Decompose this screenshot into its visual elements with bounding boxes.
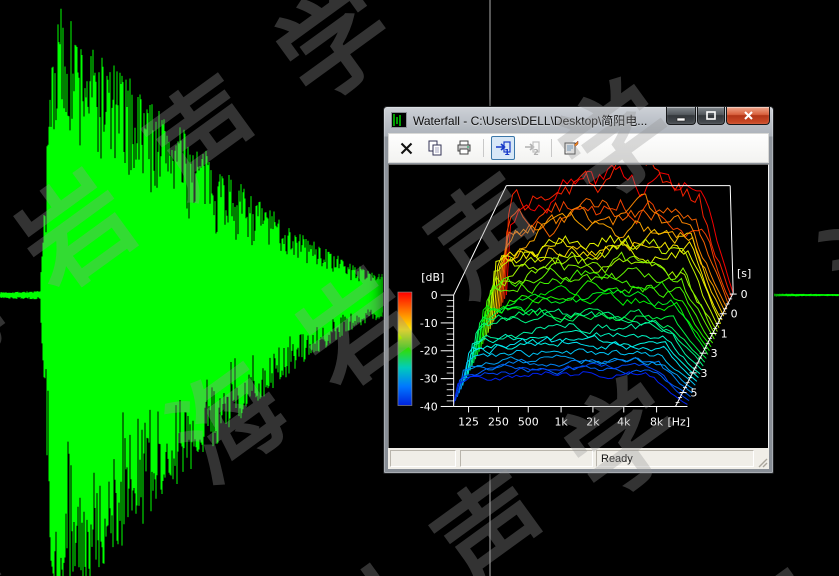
- svg-text:1: 1: [721, 327, 728, 340]
- svg-text:4k: 4k: [617, 415, 631, 428]
- window-controls: [665, 107, 770, 125]
- copy-button[interactable]: [423, 136, 447, 160]
- window-title: Waterfall - C:\Users\DELL\Desktop\简阳电...: [413, 112, 647, 129]
- svg-text:-20: -20: [420, 345, 438, 358]
- waterfall-window[interactable]: Waterfall - C:\Users\DELL\Desktop\简阳电...: [383, 106, 774, 474]
- status-panel-2: [460, 450, 593, 467]
- svg-text:1: 1: [504, 148, 510, 156]
- svg-text:3: 3: [701, 367, 708, 380]
- svg-text:1k: 1k: [554, 415, 568, 428]
- print-button[interactable]: [452, 136, 476, 160]
- svg-text:[dB]: [dB]: [421, 271, 444, 284]
- minimize-icon: [675, 110, 687, 122]
- svg-text:2: 2: [533, 148, 539, 156]
- svg-text:500: 500: [518, 415, 539, 428]
- status-text: Ready: [601, 453, 633, 465]
- status-panel-1: [390, 450, 456, 467]
- transfer-2-button[interactable]: 2: [520, 136, 544, 160]
- svg-text:250: 250: [488, 415, 509, 428]
- svg-text:2k: 2k: [586, 415, 600, 428]
- svg-text:125: 125: [458, 415, 479, 428]
- transfer-1-icon: 1: [495, 141, 512, 156]
- svg-text:0: 0: [731, 308, 738, 321]
- close-button[interactable]: [726, 107, 770, 125]
- close-icon: [742, 109, 755, 122]
- toolbar-separator: [483, 139, 484, 157]
- svg-text:-10: -10: [420, 317, 438, 330]
- transfer-1-button[interactable]: 1: [491, 136, 515, 160]
- status-panel-ready: Ready: [596, 450, 754, 467]
- status-bar: Ready: [388, 448, 769, 469]
- svg-text:5: 5: [691, 387, 698, 400]
- svg-text:-40: -40: [420, 400, 438, 413]
- copy-icon: [427, 140, 443, 156]
- toolbar-separator: [551, 139, 552, 157]
- svg-text:3: 3: [711, 347, 718, 360]
- app-icon: [391, 112, 407, 128]
- svg-text:[Hz]: [Hz]: [668, 415, 691, 428]
- svg-text:-30: -30: [420, 373, 438, 386]
- maximize-button[interactable]: [697, 107, 725, 125]
- minimize-button[interactable]: [666, 107, 696, 125]
- properties-icon: [563, 140, 579, 156]
- desktop: Waterfall - C:\Users\DELL\Desktop\简阳电...: [0, 0, 839, 576]
- maximize-icon: [705, 110, 717, 122]
- svg-text:0: 0: [431, 289, 438, 302]
- svg-text:8k: 8k: [650, 415, 664, 428]
- svg-text:[s]: [s]: [737, 267, 751, 280]
- waterfall-plot-area[interactable]: 0-10-20-30-40[dB]1252505001k2k4k8k[Hz]00…: [388, 164, 769, 449]
- delete-button[interactable]: [394, 136, 418, 160]
- resize-grip[interactable]: [756, 456, 768, 468]
- waterfall-3d-chart: 0-10-20-30-40[dB]1252505001k2k4k8k[Hz]00…: [389, 165, 768, 448]
- properties-button[interactable]: [559, 136, 583, 160]
- toolbar: 1 2: [388, 133, 769, 163]
- delete-icon: [399, 141, 414, 156]
- svg-text:0: 0: [741, 288, 748, 301]
- transfer-2-icon: 2: [524, 141, 541, 156]
- print-icon: [456, 140, 472, 156]
